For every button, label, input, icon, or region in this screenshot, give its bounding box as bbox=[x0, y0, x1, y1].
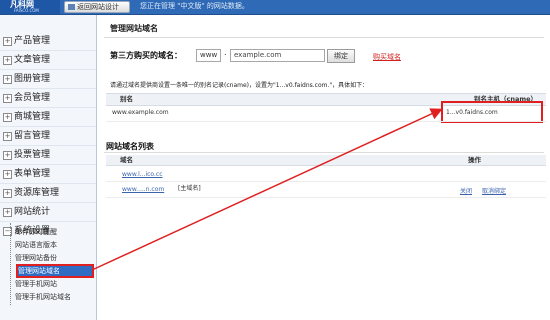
expand-icon: + bbox=[3, 132, 12, 141]
domain-table-header: 域名 操作 bbox=[106, 155, 546, 166]
page-title: 管理网站域名 bbox=[110, 24, 158, 33]
divider bbox=[104, 152, 544, 153]
domain-list-title: 网站域名列表 bbox=[106, 142, 154, 151]
subitem-manage-domain[interactable]: 管理网站域名 bbox=[16, 264, 94, 278]
sidebar-item-messages[interactable]: + 留言管理 bbox=[0, 127, 96, 146]
bind-button[interactable]: 绑定 bbox=[327, 49, 355, 63]
column-header-alias: 别名 bbox=[120, 95, 133, 103]
expand-icon: + bbox=[3, 208, 12, 217]
expand-icon: + bbox=[3, 113, 12, 122]
sidebar-item-members[interactable]: + 会员管理 bbox=[0, 89, 96, 108]
expand-icon: + bbox=[3, 37, 12, 46]
expand-icon: + bbox=[3, 189, 12, 198]
sidebar: + 产品管理 + 文章管理 + 图册管理 + 会员管理 + 商城管理 + 留言管… bbox=[0, 15, 97, 320]
dot-separator: . bbox=[224, 48, 227, 57]
sidebar-item-label: 图册管理 bbox=[14, 74, 51, 84]
sidebar-item-mall[interactable]: + 商城管理 bbox=[0, 108, 96, 127]
subdomain-input[interactable]: www bbox=[196, 49, 221, 62]
sidebar-item-label: 留言管理 bbox=[14, 131, 51, 141]
primary-domain-tag: [主域名] bbox=[178, 185, 201, 192]
monitor-icon bbox=[68, 4, 75, 10]
sidebar-item-label: 商城管理 bbox=[14, 112, 51, 122]
column-header-domain: 域名 bbox=[120, 156, 133, 164]
subitem-email-alert[interactable]: 邮件即时提醒 bbox=[15, 226, 95, 238]
expand-icon: + bbox=[3, 94, 12, 103]
unbind-link[interactable]: 取消绑定 bbox=[482, 186, 506, 195]
back-to-site-design-button[interactable]: 返回网站设计 bbox=[64, 1, 130, 13]
row-divider bbox=[106, 121, 546, 122]
sidebar-item-products[interactable]: + 产品管理 bbox=[0, 32, 96, 51]
expand-icon: + bbox=[3, 170, 12, 179]
cname-highlight-box bbox=[441, 101, 543, 123]
third-party-domain-label: 第三方购买的域名： bbox=[110, 51, 182, 60]
sidebar-item-forms[interactable]: + 表单管理 bbox=[0, 165, 96, 184]
sidebar-item-label: 网站统计 bbox=[14, 207, 51, 217]
subitem-language-version[interactable]: 网站语言版本 bbox=[15, 239, 95, 251]
column-header-actions: 操作 bbox=[468, 156, 481, 164]
expand-icon: + bbox=[3, 56, 12, 65]
cname-notice: 请通过域名提供商设置一条唯一的别名记录(cname)，设置为"1...v0.fa… bbox=[110, 82, 369, 89]
close-link[interactable]: 关闭 bbox=[460, 186, 472, 195]
sidebar-item-label: 文章管理 bbox=[14, 55, 51, 65]
main-content: 管理网站域名 第三方购买的域名： www . example.com 绑定 购买… bbox=[98, 15, 550, 320]
domain-input[interactable]: example.com bbox=[230, 49, 325, 62]
subitem-site-backup[interactable]: 管理网站备份 bbox=[15, 252, 95, 264]
sidebar-item-votes[interactable]: + 投票管理 bbox=[0, 146, 96, 165]
sidebar-item-resources[interactable]: + 资源库管理 bbox=[0, 184, 96, 203]
tree-connector bbox=[10, 223, 12, 305]
sidebar-item-albums[interactable]: + 图册管理 bbox=[0, 70, 96, 89]
logo[interactable]: 凡科网 FAISCO.COM bbox=[0, 0, 60, 14]
domain-row-1[interactable]: www.l...ico.cc bbox=[122, 171, 163, 178]
divider bbox=[104, 37, 544, 38]
row-divider bbox=[106, 181, 546, 182]
back-button-label: 返回网站设计 bbox=[77, 3, 119, 11]
subitem-mobile-domain[interactable]: 管理手机网站域名 bbox=[15, 291, 95, 303]
sidebar-item-label: 会员管理 bbox=[14, 93, 51, 103]
sidebar-item-statistics[interactable]: + 网站统计 bbox=[0, 203, 96, 222]
subitem-mobile-site[interactable]: 管理手机网站 bbox=[15, 278, 95, 290]
buy-domain-link[interactable]: 购买域名 bbox=[373, 52, 401, 62]
top-bar: 凡科网 FAISCO.COM 返回网站设计 您正在管理 "中文版" 的网站数据。 bbox=[0, 0, 550, 15]
site-notice: 您正在管理 "中文版" 的网站数据。 bbox=[140, 2, 249, 10]
sidebar-item-label: 产品管理 bbox=[14, 36, 51, 46]
row-divider bbox=[106, 197, 546, 198]
sidebar-item-articles[interactable]: + 文章管理 bbox=[0, 51, 96, 70]
cname-alias-cell: www.example.com bbox=[112, 109, 169, 116]
sidebar-item-label: 表单管理 bbox=[14, 169, 51, 179]
sidebar-item-label: 投票管理 bbox=[14, 150, 51, 160]
sidebar-item-label: 资源库管理 bbox=[14, 188, 60, 198]
expand-icon: + bbox=[3, 75, 12, 84]
logo-subtext: FAISCO.COM bbox=[14, 8, 39, 13]
domain-row-2[interactable]: www.....n.com bbox=[122, 186, 164, 193]
expand-icon: + bbox=[3, 151, 12, 160]
